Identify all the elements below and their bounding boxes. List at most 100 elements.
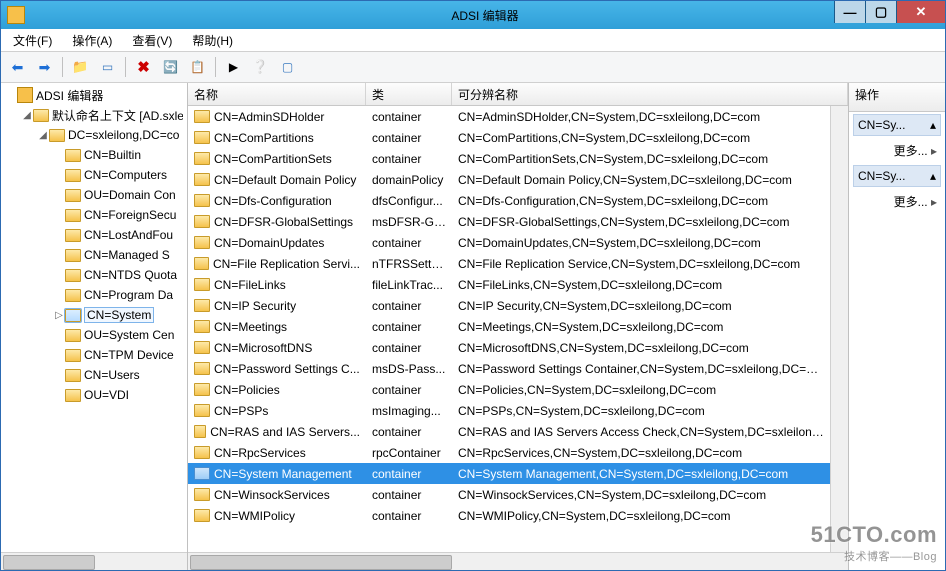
actions-more-1[interactable]: 更多... [857, 142, 937, 159]
cell-dn: CN=ComPartitions,CN=System,DC=sxleilong,… [452, 131, 830, 145]
tree-label: ADSI 编辑器 [36, 87, 103, 104]
folder-icon [194, 383, 210, 396]
list-row[interactable]: CN=FileLinksfileLinkTrac...CN=FileLinks,… [188, 274, 830, 295]
column-headers[interactable]: 名称 类 可分辨名称 [188, 83, 848, 106]
tree-node[interactable]: CN=ForeignSecu [1, 205, 187, 225]
tree-node[interactable]: CN=TPM Device [1, 345, 187, 365]
col-class[interactable]: 类 [366, 83, 452, 105]
list-row[interactable]: CN=MeetingscontainerCN=Meetings,CN=Syste… [188, 316, 830, 337]
folder-icon [65, 288, 81, 302]
back-button[interactable] [5, 55, 30, 80]
tree-node[interactable]: OU=System Cen [1, 325, 187, 345]
app-icon [7, 6, 25, 24]
cell-dn: CN=Meetings,CN=System,DC=sxleilong,DC=co… [452, 320, 830, 334]
tree-label: CN=TPM Device [84, 348, 174, 362]
export-button[interactable] [185, 55, 210, 80]
list-row[interactable]: CN=WMIPolicycontainerCN=WMIPolicy,CN=Sys… [188, 505, 830, 526]
cell-class: container [366, 236, 452, 250]
cell-class: container [366, 425, 452, 439]
properties-button[interactable]: ▶ [221, 55, 246, 80]
folder-icon [194, 320, 210, 333]
expand-icon[interactable]: ◢ [37, 130, 49, 141]
col-dn[interactable]: 可分辨名称 [452, 83, 848, 105]
list-vscrollbar[interactable] [830, 106, 848, 552]
refresh-button[interactable] [158, 55, 183, 80]
title-bar[interactable]: ADSI 编辑器 — ▢ ✕ [1, 1, 945, 29]
menu-help[interactable]: 帮助(H) [184, 30, 241, 51]
cell-dn: CN=RpcServices,CN=System,DC=sxleilong,DC… [452, 446, 830, 460]
tree-node[interactable]: CN=Program Da [1, 285, 187, 305]
expand-icon[interactable]: ▷ [53, 310, 65, 321]
menu-bar[interactable]: 文件(F) 操作(A) 查看(V) 帮助(H) [1, 29, 945, 52]
tree-node[interactable]: CN=Computers [1, 165, 187, 185]
help-button[interactable] [248, 55, 273, 80]
folder-icon [194, 215, 210, 228]
tree-view[interactable]: ADSI 编辑器◢默认命名上下文 [AD.sxle◢DC=sxleilong,D… [1, 83, 187, 552]
cell-name: CN=IP Security [188, 299, 366, 313]
maximize-button[interactable]: ▢ [865, 1, 896, 23]
list-row[interactable]: CN=AdminSDHoldercontainerCN=AdminSDHolde… [188, 106, 830, 127]
tree-label: CN=Users [84, 368, 140, 382]
list-rows[interactable]: CN=AdminSDHoldercontainerCN=AdminSDHolde… [188, 106, 830, 552]
list-row[interactable]: CN=File Replication Servi...nTFRSSettin.… [188, 253, 830, 274]
list-row[interactable]: CN=PoliciescontainerCN=Policies,CN=Syste… [188, 379, 830, 400]
folder-icon [194, 152, 210, 165]
tree-node[interactable]: ◢DC=sxleilong,DC=co [1, 125, 187, 145]
minimize-button[interactable]: — [834, 1, 865, 23]
tree-node[interactable]: ▷CN=System [1, 305, 187, 325]
delete-button[interactable]: ✖ [131, 55, 156, 80]
col-name[interactable]: 名称 [188, 83, 366, 105]
tree-node[interactable]: ADSI 编辑器 [1, 85, 187, 105]
tree-node[interactable]: ◢默认命名上下文 [AD.sxle [1, 105, 187, 125]
list-row[interactable]: CN=Dfs-ConfigurationdfsConfigur...CN=Dfs… [188, 190, 830, 211]
folder-icon [194, 362, 210, 375]
list-row[interactable]: CN=WinsockServicescontainerCN=WinsockSer… [188, 484, 830, 505]
up-button[interactable] [68, 55, 93, 80]
list-row[interactable]: CN=Default Domain PolicydomainPolicyCN=D… [188, 169, 830, 190]
close-button[interactable]: ✕ [896, 1, 945, 23]
cell-dn: CN=RAS and IAS Servers Access Check,CN=S… [452, 425, 830, 439]
forward-button[interactable] [32, 55, 57, 80]
tree-node[interactable]: CN=Users [1, 365, 187, 385]
list-row[interactable]: CN=ComPartitionscontainerCN=ComPartition… [188, 127, 830, 148]
actions-group-2[interactable]: CN=Sy...▴ [853, 165, 941, 187]
cell-class: container [366, 110, 452, 124]
cell-class: container [366, 341, 452, 355]
list-row[interactable]: CN=RpcServicesrpcContainerCN=RpcServices… [188, 442, 830, 463]
tree-pane[interactable]: ADSI 编辑器◢默认命名上下文 [AD.sxle◢DC=sxleilong,D… [1, 83, 188, 570]
list-row[interactable]: CN=IP SecuritycontainerCN=IP Security,CN… [188, 295, 830, 316]
list-row[interactable]: CN=System ManagementcontainerCN=System M… [188, 463, 830, 484]
list-row[interactable]: CN=DomainUpdatescontainerCN=DomainUpdate… [188, 232, 830, 253]
list-hscrollbar[interactable] [188, 552, 848, 570]
tree-node[interactable]: OU=VDI [1, 385, 187, 405]
tree-node[interactable]: CN=LostAndFou [1, 225, 187, 245]
view-pane-button[interactable] [275, 55, 300, 80]
tree-label: CN=Builtin [84, 148, 141, 162]
menu-view[interactable]: 查看(V) [124, 30, 180, 51]
actions-group-1[interactable]: CN=Sy...▴ [853, 114, 941, 136]
menu-file[interactable]: 文件(F) [5, 30, 60, 51]
tree-hscrollbar[interactable] [1, 552, 187, 570]
cell-name: CN=Dfs-Configuration [188, 194, 366, 208]
tree-label: CN=Managed S [84, 248, 170, 262]
tree-node[interactable]: CN=NTDS Quota [1, 265, 187, 285]
view-toggle-button[interactable] [95, 55, 120, 80]
list-row[interactable]: CN=ComPartitionSetscontainerCN=ComPartit… [188, 148, 830, 169]
cell-name: CN=Default Domain Policy [188, 173, 366, 187]
folder-icon [65, 308, 81, 322]
list-row[interactable]: CN=MicrosoftDNScontainerCN=MicrosoftDNS,… [188, 337, 830, 358]
list-row[interactable]: CN=PSPsmsImaging...CN=PSPs,CN=System,DC=… [188, 400, 830, 421]
list-row[interactable]: CN=Password Settings C...msDS-Pass...CN=… [188, 358, 830, 379]
folder-icon [65, 268, 81, 282]
tree-node[interactable]: CN=Builtin [1, 145, 187, 165]
actions-more-2[interactable]: 更多... [857, 193, 937, 210]
tree-node[interactable]: CN=Managed S [1, 245, 187, 265]
list-row[interactable]: CN=RAS and IAS Servers...containerCN=RAS… [188, 421, 830, 442]
cell-dn: CN=IP Security,CN=System,DC=sxleilong,DC… [452, 299, 830, 313]
menu-action[interactable]: 操作(A) [64, 30, 120, 51]
folder-icon [194, 467, 210, 480]
expand-icon[interactable]: ◢ [21, 110, 33, 121]
tree-label: CN=LostAndFou [84, 228, 173, 242]
list-row[interactable]: CN=DFSR-GlobalSettingsmsDFSR-Gl...CN=DFS… [188, 211, 830, 232]
tree-node[interactable]: OU=Domain Con [1, 185, 187, 205]
